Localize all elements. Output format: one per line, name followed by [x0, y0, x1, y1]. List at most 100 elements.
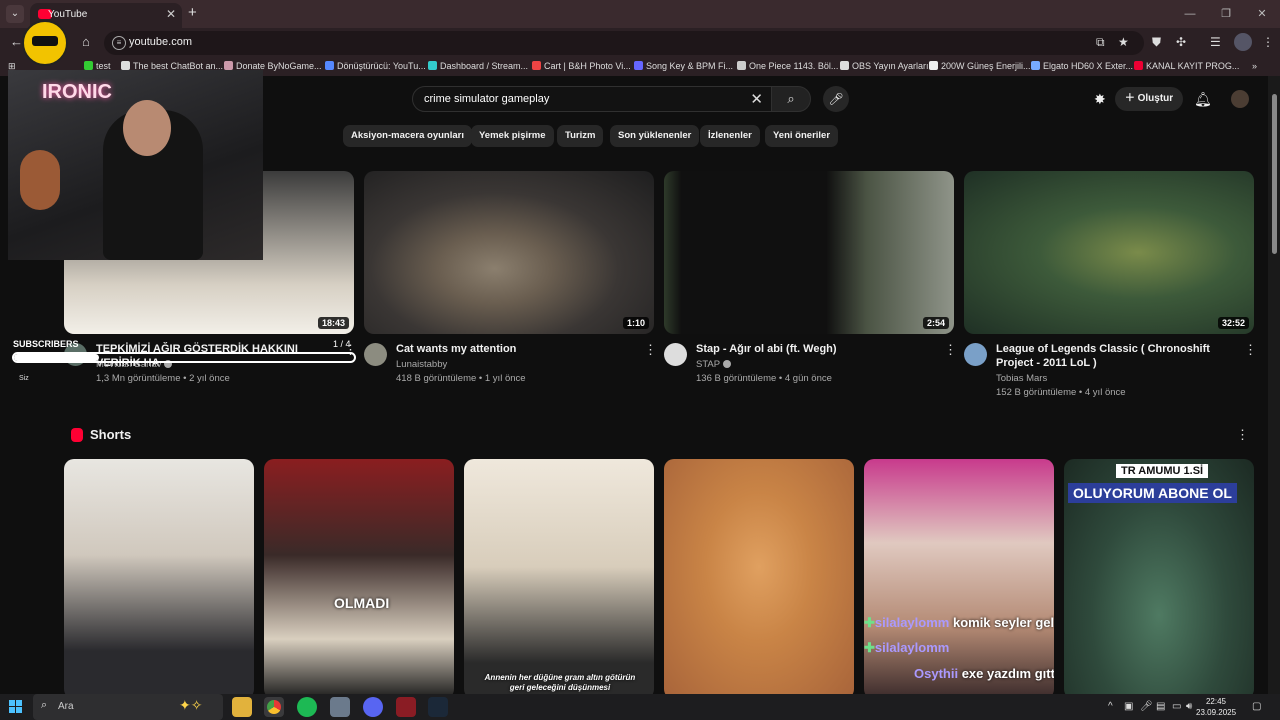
bookmark-item[interactable]: Cart | B&H Photo Vi... [532, 61, 631, 74]
you-label: Siz [19, 375, 29, 382]
bookmark-item[interactable]: One Piece 1143. Böl... [737, 61, 838, 74]
system-clock[interactable]: 22:45 23.09.2025 [1196, 696, 1236, 718]
channel-name[interactable]: Tobias Mars [996, 373, 1047, 384]
browser-menu-icon[interactable]: ⋮ [1262, 35, 1274, 49]
search-button[interactable]: ⌕ [771, 86, 811, 112]
steam-icon[interactable] [428, 697, 448, 717]
bookmark-item[interactable]: OBS Yayın Ayarları [840, 61, 929, 74]
channel-avatar[interactable] [664, 343, 687, 366]
volume-icon[interactable]: 🔊︎ [1186, 701, 1192, 712]
premium-icon[interactable]: ✸ [1094, 91, 1106, 108]
shorts-logo-icon [71, 428, 83, 442]
bookmark-item[interactable]: Dönüştürücü: YouTu... [325, 61, 426, 74]
clear-search-icon[interactable]: ✕ [750, 90, 763, 108]
short-card[interactable]: ✚silalaylomm komik seyler geliyo ✚silala… [864, 459, 1054, 694]
tray-app-icon[interactable]: ▤ [1156, 701, 1165, 712]
address-bar[interactable]: ≡ youtube.com ⧉ ★ [104, 31, 1144, 55]
more-bookmarks-icon[interactable]: » [1252, 61, 1257, 74]
bookmark-item[interactable]: 200W Güneş Enerjili... [929, 61, 1031, 74]
tray-overflow-icon[interactable]: ^ [1108, 701, 1113, 712]
file-explorer-icon[interactable] [232, 697, 252, 717]
video-title[interactable]: Stap - Ağır ol abi (ft. Wegh) [696, 342, 934, 356]
bookmark-item[interactable]: Song Key & BPM Fi... [634, 61, 733, 74]
tab-title: YouTube [48, 9, 88, 20]
subscribers-label: SUBSCRIBERS [13, 339, 79, 349]
tab-search-button[interactable]: ⌄ [6, 5, 24, 23]
discord-icon[interactable] [363, 697, 383, 717]
home-button[interactable]: ⌂ [82, 34, 90, 49]
shield-extension-icon[interactable]: ⛊ [1152, 35, 1161, 50]
teddy-bear [20, 150, 60, 210]
site-info-icon[interactable]: ≡ [112, 36, 126, 50]
chip-filter[interactable]: Son yüklenenler [610, 125, 700, 147]
network-icon[interactable]: ▭ [1172, 701, 1181, 712]
short-card[interactable]: Annenin her düğüne gram altın götürün ge… [464, 459, 654, 694]
close-window-button[interactable]: ✕ [1244, 0, 1280, 28]
windows-taskbar: ⌕ Ara ✦✧ ^ ▣ 🎤︎ ▤ ▭ 🔊︎ 22:45 23.09.2025 … [0, 694, 1280, 720]
new-tab-button[interactable]: + [188, 4, 197, 21]
voice-search-button[interactable]: 🎤︎ [823, 86, 849, 112]
video-menu-icon[interactable]: ⋮ [944, 342, 957, 358]
microphone-tray-icon[interactable]: 🎤︎ [1140, 701, 1153, 712]
start-button[interactable] [9, 700, 23, 714]
chat-line: ✚silalaylomm [864, 640, 950, 655]
short-caption: OLMADI [334, 595, 390, 611]
search-icon: ⌕ [41, 699, 48, 711]
video-menu-icon[interactable]: ⋮ [644, 342, 657, 358]
reading-list-icon[interactable]: ☰ [1210, 35, 1221, 49]
notifications-icon[interactable]: ▢ [1252, 701, 1261, 712]
channel-name[interactable]: Lunaistabby [396, 359, 447, 370]
close-tab-icon[interactable]: ✕ [166, 7, 176, 21]
page-scrollbar-thumb[interactable] [1272, 94, 1277, 254]
subscribers-progress-fill [14, 354, 99, 361]
short-card[interactable]: TR AMUMU 1.Sİ OLUYORUM ABONE OL [1064, 459, 1254, 694]
chip-filter[interactable]: Turizm [557, 125, 604, 147]
tray-app-icon[interactable]: ▣ [1124, 701, 1133, 712]
short-card[interactable]: OLMADI [264, 459, 454, 694]
microphone-icon: 🎤︎ [828, 92, 844, 106]
channel-name[interactable]: STAP [696, 359, 732, 370]
search-input[interactable]: crime simulator gameplay ✕ [412, 86, 772, 112]
taskbar-search-input[interactable]: ⌕ Ara ✦✧ [33, 694, 223, 720]
minimize-button[interactable]: — [1172, 0, 1208, 28]
streamer-logo-icon [22, 20, 68, 66]
extensions-icon[interactable]: ✣ [1176, 35, 1186, 49]
channel-avatar[interactable] [964, 343, 987, 366]
video-menu-icon[interactable]: ⋮ [1244, 342, 1257, 358]
bookmark-star-icon[interactable]: ★ [1118, 35, 1129, 49]
browser-toolbar: ← ↻ ⌂ ≡ youtube.com ⧉ ★ ⛊ ✣ ☰ ⋮ [0, 28, 1280, 58]
short-card[interactable] [64, 459, 254, 694]
video-meta: 1,3 Mn görüntüleme • 2 yıl önce [96, 373, 230, 384]
install-app-icon[interactable]: ⧉ [1096, 35, 1105, 50]
streamer-head [123, 100, 171, 156]
video-thumbnail[interactable]: 1:10 [364, 171, 654, 334]
short-card[interactable] [664, 459, 854, 694]
chip-filter[interactable]: İzlenenler [700, 125, 760, 147]
spotify-icon[interactable] [297, 697, 317, 717]
clock-date: 23.09.2025 [1196, 708, 1237, 717]
notifications-bell-icon[interactable]: 🔔︎ [1194, 91, 1212, 108]
chip-filter[interactable]: Yemek pişirme [471, 125, 554, 147]
create-button[interactable]: ＋ Oluştur [1115, 87, 1183, 111]
shorts-menu-icon[interactable]: ⋮ [1236, 427, 1249, 443]
window-controls: — ❐ ✕ [1172, 0, 1280, 28]
bookmark-item[interactable]: Dashboard / Stream... [428, 61, 528, 74]
shorts-section-title: Shorts [90, 427, 132, 442]
chrome-icon[interactable] [264, 697, 284, 717]
video-thumbnail[interactable]: 2:54 [664, 171, 954, 334]
video-title[interactable]: Cat wants my attention [396, 342, 634, 356]
video-title[interactable]: League of Legends Classic ( Chronoshift … [996, 342, 1232, 370]
app-icon[interactable] [330, 697, 350, 717]
chip-filter[interactable]: Aksiyon-macera oyunları [343, 125, 472, 147]
restore-button[interactable]: ❐ [1208, 0, 1244, 28]
search-query: crime simulator gameplay [424, 93, 550, 105]
chip-filter[interactable]: Yeni öneriler [765, 125, 839, 147]
user-avatar[interactable] [1231, 90, 1249, 108]
channel-avatar[interactable] [364, 343, 387, 366]
voicemeeter-icon[interactable] [396, 697, 416, 717]
video-thumbnail[interactable]: 32:52 [964, 171, 1254, 334]
bookmark-item[interactable]: Elgato HD60 X Exter... [1031, 61, 1133, 74]
profile-avatar[interactable] [1234, 33, 1252, 51]
bookmark-item[interactable]: KANAL KAYIT PROG... [1134, 61, 1239, 74]
video-duration: 2:54 [922, 317, 949, 329]
